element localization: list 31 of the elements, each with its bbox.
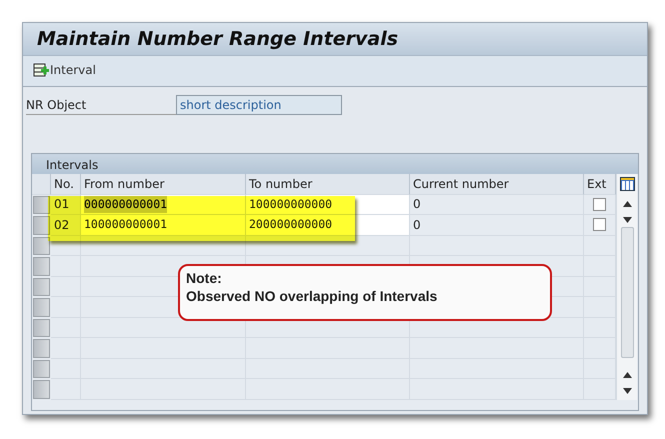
row-selector[interactable] (33, 257, 50, 276)
window-title: Maintain Number Range Intervals (23, 23, 647, 56)
column-header: Current number (410, 174, 584, 194)
table-cell: 0 (410, 215, 584, 236)
row-selector[interactable] (33, 339, 50, 358)
column-settings-icon[interactable] (620, 177, 634, 191)
column-header: From number (81, 174, 246, 194)
checkbox[interactable] (593, 198, 606, 211)
table-cell: 0 (410, 194, 584, 215)
scrollbar-thumb[interactable] (620, 227, 634, 358)
add-row-icon (33, 62, 49, 78)
row-selector[interactable] (33, 318, 50, 337)
row-selector[interactable] (33, 380, 50, 398)
vertical-scrollbar[interactable] (616, 174, 637, 400)
note-title: Note: (186, 269, 223, 287)
row-selector[interactable] (33, 298, 50, 316)
scroll-down-icon[interactable] (622, 217, 632, 223)
description-field[interactable]: short description (176, 95, 342, 115)
row-selector[interactable] (33, 278, 50, 296)
table-title: Intervals (32, 154, 638, 174)
scroll-up-icon[interactable] (622, 372, 632, 378)
column-header: Ext (584, 174, 616, 194)
scroll-down-icon[interactable] (622, 388, 632, 394)
column-header: To number (246, 174, 410, 194)
scroll-up-icon[interactable] (622, 201, 632, 207)
note-text: Observed NO overlapping of Intervals (186, 287, 438, 305)
row-selector[interactable] (33, 236, 50, 255)
add-interval-button[interactable]: Interval (33, 61, 96, 79)
column-header: No. (51, 174, 81, 194)
row-selector[interactable] (33, 360, 50, 378)
checkbox[interactable] (593, 218, 606, 232)
